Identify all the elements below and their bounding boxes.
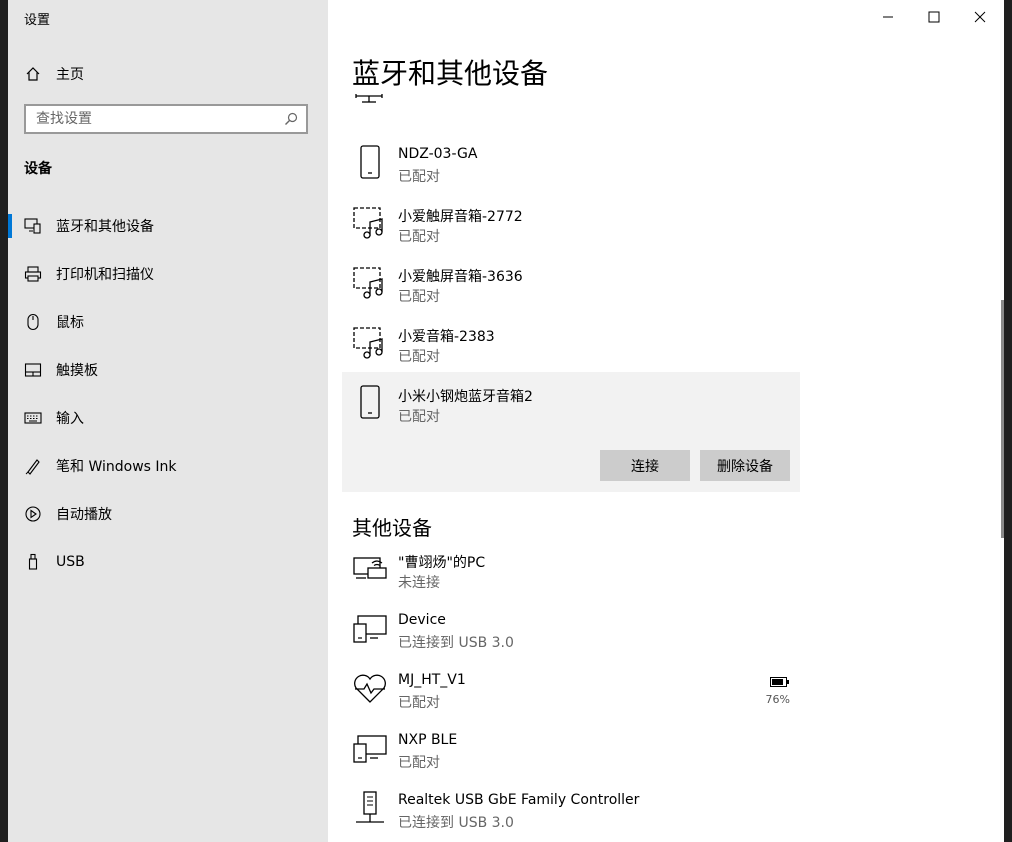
other-devices-header: 其他设备 [342,492,800,540]
window-border-right [1004,0,1012,842]
pen-icon [24,457,42,475]
mouse-icon [24,313,42,331]
device-item[interactable]: 小爱触屏音箱-3636 已配对 [342,252,800,312]
device-name: 小米小钢炮蓝牙音箱2 [398,389,533,405]
phone-icon [352,384,388,424]
connect-button[interactable]: 连接 [600,450,690,481]
keyboard-icon [24,409,42,427]
sidebar: 设置 主页 设备 蓝牙和其他设备 打印机和扫描仪 [8,0,328,842]
device-status: 已配对 [398,755,440,771]
device-name: Device [398,612,446,628]
device-name: NDZ-03-GA [398,146,478,162]
sidebar-item-label: 打印机和扫描仪 [56,267,154,283]
device-name: "曹翊炀"的PC [398,555,486,571]
phone-icon [352,144,388,180]
battery-icon [770,677,789,687]
generic-device-icon [352,610,388,650]
device-status: 已配对 [398,169,440,185]
device-name: NXP BLE [398,732,458,748]
minimize-icon[interactable] [865,0,911,34]
device-status: 未连接 [398,575,440,591]
autoplay-icon [24,505,42,523]
sidebar-item-typing[interactable]: 输入 [8,394,328,442]
device-status: 已连接到 USB 3.0 [398,815,514,831]
search-box[interactable] [24,104,308,134]
section-title: 设备 [24,161,52,177]
device-item[interactable]: NXP BLE 已配对 [342,718,800,778]
sidebar-item-printers[interactable]: 打印机和扫描仪 [8,250,328,298]
app-title: 设置 [24,13,51,28]
device-item[interactable]: 小爱触屏音箱-2772 已配对 [342,192,800,252]
home-label: 主页 [56,67,84,83]
search-icon[interactable] [276,112,306,126]
sidebar-item-label: USB [56,554,85,570]
section-heading: 其他设备 [352,516,432,540]
device-item[interactable]: "曹翊炀"的PC 未连接 [342,538,800,598]
device-status: 已配对 [398,229,440,245]
wireless-pc-icon [352,550,388,590]
device-name: Realtek USB GbE Family Controller [398,792,640,808]
device-item[interactable]: MJ_HT_V1 已配对 76% [342,658,800,718]
sidebar-item-autoplay[interactable]: 自动播放 [8,490,328,538]
sidebar-item-touchpad[interactable]: 触摸板 [8,346,328,394]
printer-icon [24,265,42,283]
battery-indicator: 76% [750,672,790,706]
sidebar-nav: 蓝牙和其他设备 打印机和扫描仪 鼠标 触摸板 输入 笔和 Windows Ink… [8,202,328,586]
sidebar-item-label: 鼠标 [56,315,84,331]
clipped-device-icon [352,94,386,114]
device-item[interactable]: Device 已连接到 USB 3.0 [342,598,800,658]
device-name: 小爱触屏音箱-3636 [398,269,523,285]
main-content: 蓝牙和其他设备 NDZ-03-GA 已配对 小爱触屏音箱-2772 已配对 小爱… [328,0,1004,842]
paired-device-list: NDZ-03-GA 已配对 小爱触屏音箱-2772 已配对 小爱触屏音箱-363… [342,132,800,838]
sidebar-item-bluetooth[interactable]: 蓝牙和其他设备 [8,202,328,250]
audio-display-icon [352,264,388,304]
sidebar-item-label: 自动播放 [56,507,112,523]
device-status: 已连接到 USB 3.0 [398,635,514,651]
sidebar-item-label: 笔和 Windows Ink [56,459,177,475]
device-item-selected[interactable]: 小米小钢炮蓝牙音箱2 已配对 连接 删除设备 [342,372,800,492]
window-border-left [0,0,8,842]
device-name: 小爱触屏音箱-2772 [398,209,523,225]
close-icon[interactable] [957,0,1003,34]
device-item[interactable]: NDZ-03-GA 已配对 [342,132,800,192]
battery-percentage: 76% [765,693,790,706]
sidebar-item-label: 蓝牙和其他设备 [56,219,154,235]
device-status: 已配对 [398,695,440,711]
home-icon [24,65,42,83]
touchpad-icon [24,361,42,379]
device-status: 已配对 [398,289,440,305]
sidebar-item-label: 输入 [56,411,84,427]
remove-device-button[interactable]: 删除设备 [700,450,790,481]
usb-icon [24,553,42,571]
bluetooth-devices-icon [24,217,42,235]
device-status: 已配对 [398,409,440,425]
device-status: 已配对 [398,349,440,365]
home-nav-item[interactable]: 主页 [24,62,314,86]
device-item[interactable]: 小爱音箱-2383 已配对 [342,312,800,372]
audio-display-icon [352,324,388,364]
heart-rate-icon [352,670,388,710]
sidebar-item-usb[interactable]: USB [8,538,328,586]
device-name: 小爱音箱-2383 [398,329,495,345]
audio-display-icon [352,204,388,244]
device-name: MJ_HT_V1 [398,672,466,688]
page-title: 蓝牙和其他设备 [352,57,549,90]
sidebar-item-mouse[interactable]: 鼠标 [8,298,328,346]
network-adapter-icon [352,790,388,830]
search-input[interactable] [26,105,276,133]
generic-device-icon [352,730,388,770]
sidebar-item-label: 触摸板 [56,363,98,379]
maximize-icon[interactable] [911,0,957,34]
sidebar-item-pen[interactable]: 笔和 Windows Ink [8,442,328,490]
device-item[interactable]: Realtek USB GbE Family Controller 已连接到 U… [342,778,800,838]
